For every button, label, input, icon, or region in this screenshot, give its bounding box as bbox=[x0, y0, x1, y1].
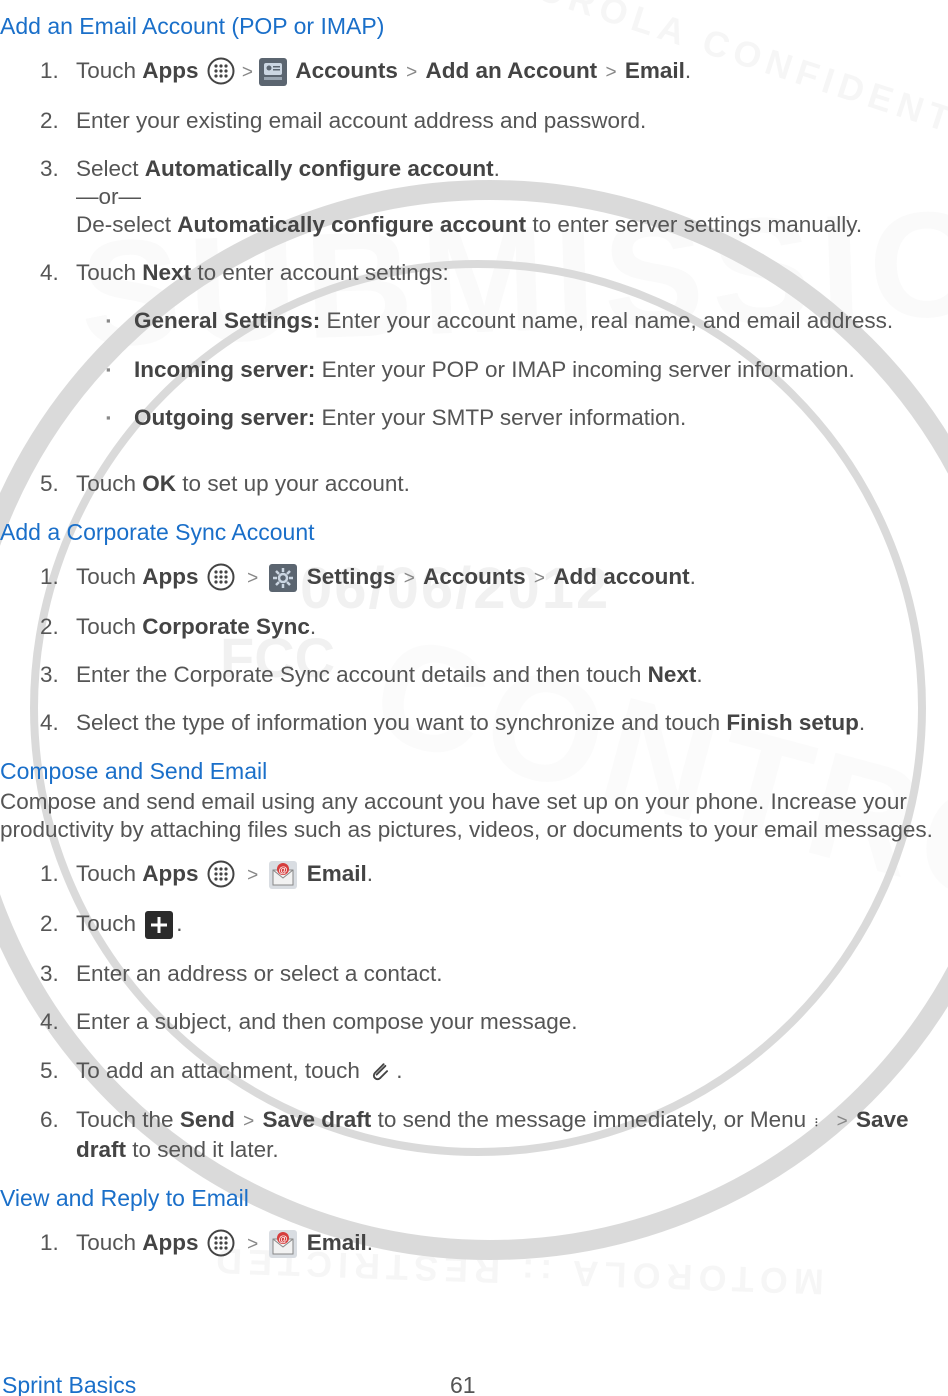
numbered-step: 1.Touch Apps > Email. bbox=[40, 1229, 946, 1259]
step-text: Enter an address or select a contact. bbox=[76, 961, 442, 986]
section-heading: View and Reply to Email bbox=[0, 1184, 946, 1213]
numbered-step: 1.Touch Apps > Accounts > Add an Account… bbox=[40, 57, 946, 87]
sub-step: Outgoing server: Enter your SMTP server … bbox=[106, 404, 946, 432]
step-number: 5. bbox=[40, 470, 76, 498]
numbered-step: 2.Touch Corporate Sync. bbox=[40, 613, 946, 641]
numbered-step: 1.Touch Apps > Email. bbox=[40, 860, 946, 890]
numbered-step: 6.Touch the Send > Save draft to send th… bbox=[40, 1106, 946, 1164]
email-icon bbox=[268, 860, 298, 890]
step-number: 3. bbox=[40, 155, 76, 239]
numbered-step: 3.Select Automatically configure account… bbox=[40, 155, 946, 239]
step-number: 4. bbox=[40, 1008, 76, 1036]
numbered-step: 1.Touch Apps > Settings > Accounts > Add… bbox=[40, 563, 946, 593]
sub-step: Incoming server: Enter your POP or IMAP … bbox=[106, 356, 946, 384]
email-icon bbox=[268, 1229, 298, 1259]
bullet-icon bbox=[106, 356, 134, 384]
step-number: 2. bbox=[40, 910, 76, 940]
section-heading: Compose and Send Email bbox=[0, 757, 946, 786]
numbered-step: 2.Enter your existing email account addr… bbox=[40, 107, 946, 135]
apps-icon bbox=[207, 860, 237, 890]
step-number: 1. bbox=[40, 563, 76, 593]
step-number: 4. bbox=[40, 259, 76, 450]
numbered-step: 3.Enter the Corporate Sync account detai… bbox=[40, 661, 946, 689]
settings-icon bbox=[268, 563, 298, 593]
step-number: 6. bbox=[40, 1106, 76, 1164]
step-number: 1. bbox=[40, 1229, 76, 1259]
apps-icon bbox=[207, 57, 237, 87]
footer-page-number: 61 bbox=[450, 1372, 476, 1396]
step-list: 1.Touch Apps > Email. 2.Touch . 3.Enter an… bbox=[0, 860, 946, 1164]
step-text: Enter a subject, and then compose your m… bbox=[76, 1009, 578, 1034]
step-text: Enter your existing email account addres… bbox=[76, 108, 646, 133]
menu-icon bbox=[814, 1106, 826, 1136]
apps-icon bbox=[207, 1229, 237, 1259]
section-heading: Add a Corporate Sync Account bbox=[0, 518, 946, 547]
numbered-step: 3.Enter an address or select a contact. bbox=[40, 960, 946, 988]
numbered-step: 4.Select the type of information you wan… bbox=[40, 709, 946, 737]
step-number: 2. bbox=[40, 107, 76, 135]
step-number: 3. bbox=[40, 960, 76, 988]
footer-section-title: Sprint Basics bbox=[2, 1372, 136, 1396]
step-list: 1.Touch Apps > Email. bbox=[0, 1229, 946, 1259]
step-list: 1.Touch Apps > Settings > Accounts > Add… bbox=[0, 563, 946, 737]
numbered-step: 2.Touch . bbox=[40, 910, 946, 940]
contact-card-icon bbox=[258, 57, 288, 87]
step-number: 3. bbox=[40, 661, 76, 689]
numbered-step: 5.Touch OK to set up your account. bbox=[40, 470, 946, 498]
step-number: 4. bbox=[40, 709, 76, 737]
numbered-step: 4.Enter a subject, and then compose your… bbox=[40, 1008, 946, 1036]
step-number: 1. bbox=[40, 57, 76, 87]
bullet-icon bbox=[106, 404, 134, 432]
step-list: 1.Touch Apps > Accounts > Add an Account… bbox=[0, 57, 946, 498]
compose-icon bbox=[144, 910, 174, 940]
step-number: 2. bbox=[40, 613, 76, 641]
apps-icon bbox=[207, 563, 237, 593]
section-heading: Add an Email Account (POP or IMAP) bbox=[0, 12, 946, 41]
numbered-step: 4.Touch Next to enter account settings:G… bbox=[40, 259, 946, 450]
step-number: 5. bbox=[40, 1057, 76, 1086]
sub-step: General Settings: Enter your account nam… bbox=[106, 307, 946, 335]
bullet-icon bbox=[106, 307, 134, 335]
attach-icon bbox=[368, 1058, 394, 1086]
section-intro: Compose and send email using any account… bbox=[0, 788, 946, 844]
numbered-step: 5.To add an attachment, touch . bbox=[40, 1057, 946, 1086]
step-number: 1. bbox=[40, 860, 76, 890]
